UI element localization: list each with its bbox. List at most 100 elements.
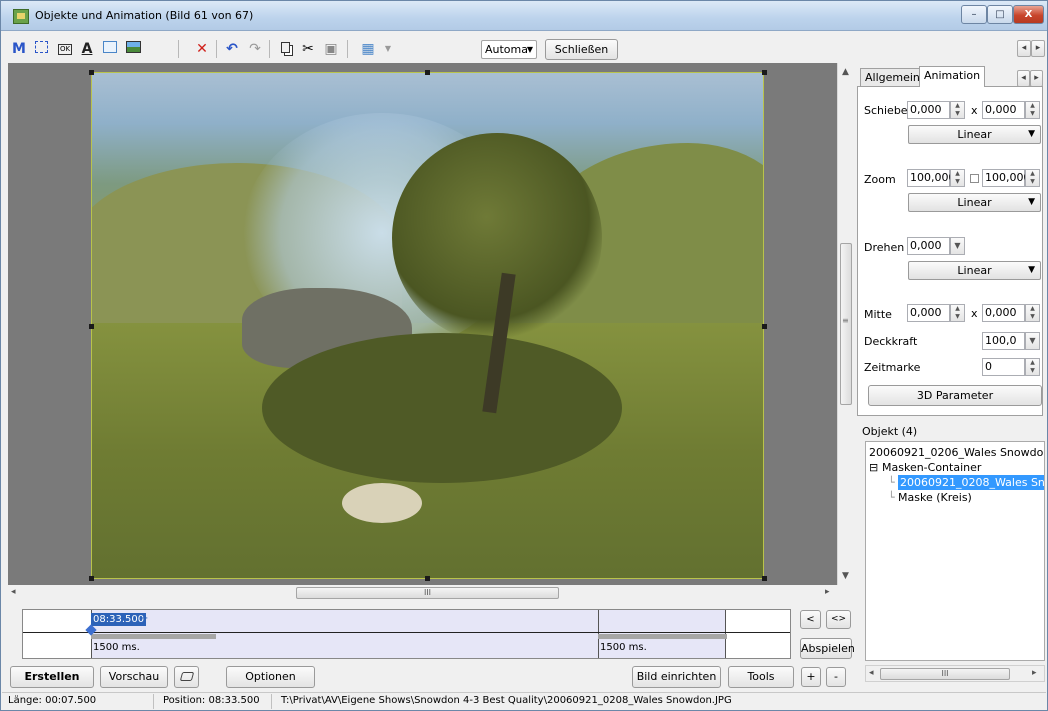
- paste-icon[interactable]: ▣: [322, 40, 340, 58]
- redo-icon[interactable]: ↷: [246, 40, 264, 58]
- undo-icon[interactable]: ↶: [223, 40, 241, 58]
- schieber-curve-value: Linear: [957, 128, 992, 141]
- selection-handle[interactable]: [89, 324, 94, 329]
- tree-horizontal-scrollbar[interactable]: ◂ III ▸: [865, 665, 1045, 682]
- zoom-link-checkbox[interactable]: [970, 174, 979, 183]
- zeitmarke-spinner[interactable]: ▲ ▼: [1025, 358, 1040, 376]
- chevron-down-icon: ▼: [1028, 197, 1035, 207]
- tree-item-image[interactable]: 20060921_0206_Wales Snowdon: [869, 445, 1044, 460]
- tab-scroll-left-icon[interactable]: ◂: [1017, 70, 1030, 87]
- zeitmarke-field[interactable]: 0: [982, 358, 1025, 376]
- scroll-left-icon[interactable]: ◂: [1017, 40, 1031, 57]
- horizontal-scroll-thumb[interactable]: III: [296, 587, 559, 599]
- timeline-add-marker[interactable]: +: [140, 613, 148, 624]
- drehen-field[interactable]: 0,000: [907, 237, 950, 255]
- scroll-up-icon[interactable]: ▲: [842, 67, 849, 77]
- zoom-x-spinner[interactable]: ▲ ▼: [950, 169, 965, 187]
- timeline-transition-bar[interactable]: [91, 634, 216, 639]
- toolbar-separator: [216, 40, 217, 58]
- delete-x-icon[interactable]: ✕: [193, 40, 211, 58]
- selection-handle[interactable]: [762, 70, 767, 75]
- selection-handle[interactable]: [425, 70, 430, 75]
- mitte-x-spinner[interactable]: ▲ ▼: [950, 304, 965, 322]
- object-tree[interactable]: 20060921_0206_Wales Snowdon ⊟ Masken-Con…: [865, 441, 1045, 661]
- zoom-y-field[interactable]: 100,000: [982, 169, 1031, 187]
- toolbar: M OK A ✕ ↶ ↷ ✂ ▣ ▦ ▼ Automa ▼ Schließen ◂…: [2, 32, 1046, 64]
- grid-icon[interactable]: ▦: [359, 40, 377, 58]
- deckkraft-dropdown-icon[interactable]: ▼: [1025, 332, 1040, 350]
- schieber-x-spinner[interactable]: ▲ ▼: [950, 101, 965, 119]
- deckkraft-label: Deckkraft: [864, 335, 918, 348]
- timeline-fit-button[interactable]: <>: [826, 610, 851, 629]
- close-window-button[interactable]: X: [1013, 5, 1044, 24]
- zoom-combo[interactable]: Automa ▼: [481, 40, 537, 59]
- maximize-button[interactable]: □: [987, 5, 1013, 24]
- schieber-label: Schieber: [864, 104, 913, 117]
- zoom-y-spinner[interactable]: ▲ ▼: [1025, 169, 1040, 187]
- timeline[interactable]: 08:33.500 + 1500 ms. 1500 ms.: [22, 609, 791, 659]
- selection-handle[interactable]: [762, 576, 767, 581]
- schieber-y-spinner[interactable]: ▲ ▼: [1025, 101, 1040, 119]
- mitte-y-spinner[interactable]: ▲ ▼: [1025, 304, 1040, 322]
- add-button[interactable]: +: [801, 667, 821, 687]
- schieber-curve-dropdown[interactable]: Linear ▼: [908, 125, 1041, 144]
- fit-image-button[interactable]: Bild einrichten: [632, 666, 721, 688]
- tab-scroll-right-icon[interactable]: ▸: [1030, 70, 1043, 87]
- selection-handle[interactable]: [89, 576, 94, 581]
- play-button[interactable]: Abspielen: [800, 638, 855, 659]
- drehen-curve-dropdown[interactable]: Linear ▼: [908, 261, 1041, 280]
- create-button[interactable]: Erstellen: [10, 666, 94, 688]
- schieber-y-field[interactable]: 0,000: [982, 101, 1025, 119]
- grid-dropdown-icon[interactable]: ▼: [379, 40, 397, 58]
- timeline-transition-bar[interactable]: [598, 634, 727, 639]
- status-position: Position: 08:33.500: [163, 695, 260, 706]
- selection-handle[interactable]: [425, 576, 430, 581]
- editor-canvas[interactable]: [8, 63, 837, 585]
- remove-button[interactable]: -: [826, 667, 846, 687]
- selection-handle[interactable]: [89, 70, 94, 75]
- tab-animation[interactable]: Animation: [919, 66, 986, 87]
- drehen-dropdown-icon[interactable]: ▼: [950, 237, 965, 255]
- scroll-right-icon[interactable]: ▸: [1032, 668, 1037, 678]
- animation-tab-page: Schieber 0,000 ▲ ▼ x 0,000 ▲ ▼ Linear ▼ Zoo…: [857, 86, 1043, 416]
- vertical-scroll-thumb[interactable]: ≡: [840, 243, 852, 405]
- rectangle-select-icon[interactable]: [32, 40, 50, 58]
- ok-frame-icon[interactable]: OK: [56, 40, 74, 58]
- canvas-vertical-scrollbar[interactable]: ▲ ≡ ▼: [837, 63, 853, 585]
- text-a-icon[interactable]: A: [78, 40, 96, 58]
- zoom-curve-dropdown[interactable]: Linear ▼: [908, 193, 1041, 212]
- preview-button[interactable]: Vorschau: [100, 666, 168, 688]
- copy-icon[interactable]: [276, 40, 294, 58]
- scroll-right-icon[interactable]: ▸: [825, 587, 830, 597]
- zoom-x-field[interactable]: 100,000: [907, 169, 956, 187]
- close-button[interactable]: Schließen: [545, 39, 618, 60]
- scroll-left-icon[interactable]: ◂: [869, 668, 874, 678]
- scroll-right-icon[interactable]: ▸: [1031, 40, 1045, 57]
- cut-icon[interactable]: ✂: [299, 40, 317, 58]
- screen-icon[interactable]: [174, 666, 199, 688]
- selection-handle[interactable]: [762, 324, 767, 329]
- tree-item-mask-container[interactable]: Masken-Container: [882, 460, 981, 475]
- slide-image[interactable]: [91, 72, 764, 579]
- tree-item-selected-image[interactable]: 20060921_0208_Wales Snowdo: [898, 475, 1044, 490]
- picture-icon[interactable]: [124, 40, 142, 58]
- tree-item-mask-circle[interactable]: Maske (Kreis): [898, 490, 972, 505]
- tab-allgemein[interactable]: Allgemein: [860, 68, 925, 86]
- canvas-horizontal-scrollbar[interactable]: ◂ III ▸: [8, 585, 837, 601]
- tree-scroll-thumb[interactable]: III: [880, 668, 1010, 680]
- timeline-prev-button[interactable]: <: [800, 610, 821, 629]
- schieber-x-field[interactable]: 0,000: [907, 101, 950, 119]
- image-frame-icon[interactable]: [101, 40, 119, 58]
- scroll-left-icon[interactable]: ◂: [11, 587, 16, 597]
- deckkraft-field[interactable]: 100,0: [982, 332, 1025, 350]
- minimize-button[interactable]: –: [961, 5, 987, 24]
- tree-expander-icon[interactable]: ⊟: [869, 460, 878, 475]
- mitte-y-field[interactable]: 0,000: [982, 304, 1025, 322]
- tools-button[interactable]: Tools: [728, 666, 794, 688]
- tree-line-icon: └: [888, 491, 895, 504]
- scroll-down-icon[interactable]: ▼: [842, 571, 849, 581]
- options-button[interactable]: Optionen: [226, 666, 315, 688]
- 3d-parameter-button[interactable]: 3D Parameter: [868, 385, 1042, 406]
- mask-m-icon[interactable]: M: [10, 40, 28, 58]
- mitte-x-field[interactable]: 0,000: [907, 304, 950, 322]
